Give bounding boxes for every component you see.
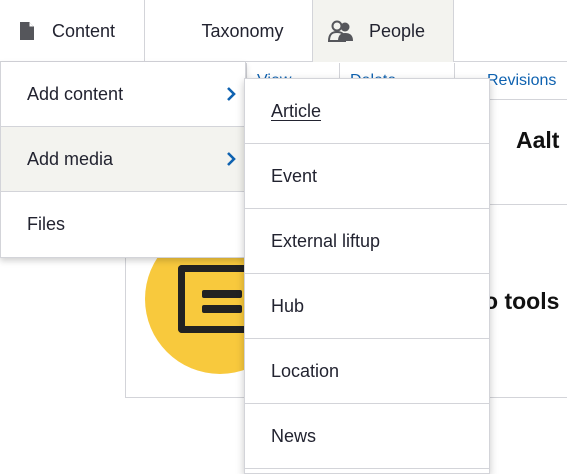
menu-item-files[interactable]: Files [1,192,245,257]
chevron-right-icon [223,86,239,102]
content-dropdown-menu: Add content Add media Files [0,62,246,258]
page-title: Aalt [516,127,560,153]
menu-item-label: Add content [27,83,124,104]
menu-item-label: Files [27,214,66,234]
submenu-item-label: Hub [271,295,305,316]
submenu-item-location[interactable]: Location [245,339,489,404]
toolbar-item-label: People [369,20,426,41]
admin-toolbar: Content Taxonomy People [0,0,567,62]
submenu-item-article[interactable]: Article [245,79,489,144]
submenu-item-news[interactable]: News [245,404,489,469]
add-content-submenu: Article Event External liftup Hub Locati… [244,78,490,474]
toolbar-item-content[interactable]: Content [0,0,145,62]
toolbar-item-people[interactable]: People [313,0,454,62]
submenu-item-label: News [271,425,317,446]
toolbar-item-label: Content [52,20,116,41]
menu-item-label: Add media [27,148,114,169]
submenu-item-label: Article [271,100,322,121]
document-icon [16,20,38,42]
submenu-item-label: Location [271,360,340,381]
divider [490,204,567,205]
menu-item-add-content[interactable]: Add content [1,62,245,127]
chevron-right-icon [223,151,239,167]
submenu-item-external-liftup[interactable]: External liftup [245,209,489,274]
people-icon [327,20,355,42]
card-heading: o tools [484,288,560,314]
toolbar-item-taxonomy[interactable]: Taxonomy [145,0,313,62]
toolbar-item-label: Taxonomy [201,20,284,41]
submenu-item-label: Event [271,165,318,186]
submenu-item-label: External liftup [271,230,381,251]
submenu-item-hub[interactable]: Hub [245,274,489,339]
menu-item-add-media[interactable]: Add media [1,127,245,192]
submenu-item-event[interactable]: Event [245,144,489,209]
